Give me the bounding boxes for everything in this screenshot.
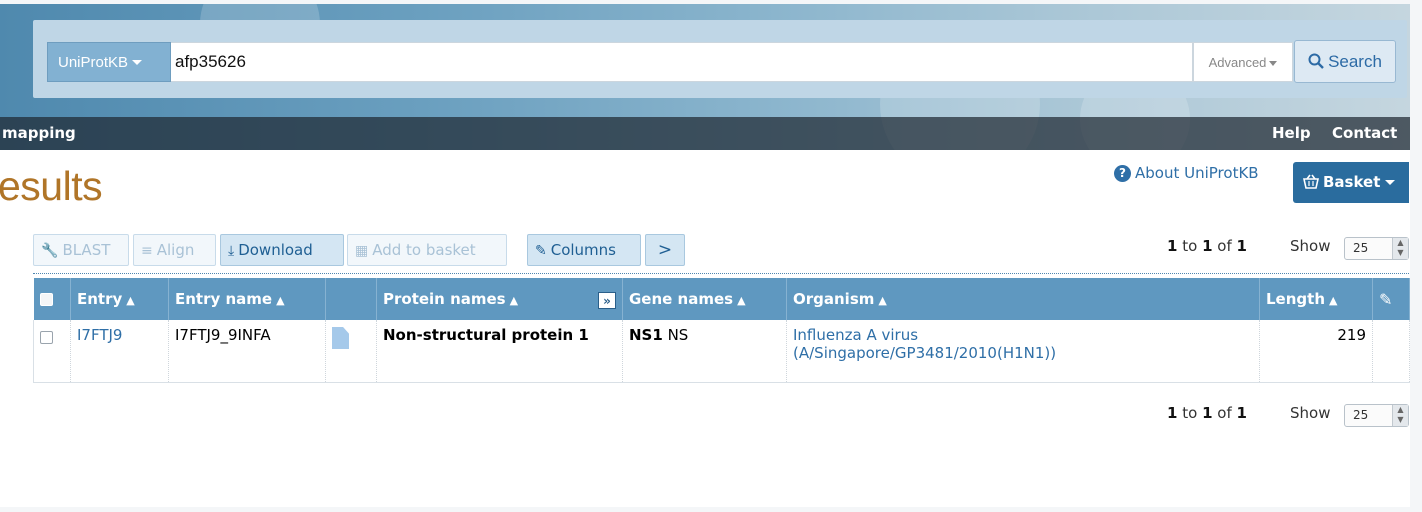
organism-cell: Influenza A virus (A/Singapore/GP3481/201… (786, 320, 1260, 383)
protein-name-cell: Non-structural protein 1 (376, 320, 623, 383)
columns-label: Columns (550, 241, 616, 259)
advanced-label: Advanced (1208, 55, 1267, 70)
basket-button[interactable]: Basket (1293, 162, 1409, 203)
header-banner: UniProtKB Advanced Search mapping Help C… (0, 4, 1410, 184)
basket-label: Basket (1323, 173, 1381, 191)
blast-button[interactable]: 🔧 BLAST (33, 234, 129, 266)
header-organism[interactable]: Organism ▲︎ (786, 278, 1260, 320)
header-gene-names-label: Gene names (629, 290, 734, 308)
chevron-down-icon (1385, 180, 1396, 185)
sort-icon[interactable]: ▲︎ (878, 294, 886, 307)
length-cell: 219 (1259, 320, 1373, 383)
page-title: esults (0, 163, 103, 209)
pencil-icon: ✎ (535, 243, 547, 259)
add-to-basket-label: Add to basket (372, 241, 476, 259)
add-to-basket-button[interactable]: ▦ Add to basket (347, 234, 507, 266)
pencil-icon[interactable]: ✎ (1379, 290, 1392, 309)
download-label: Download (238, 241, 313, 259)
sort-icon[interactable]: ▲︎ (510, 294, 518, 307)
share-icon: > (657, 240, 673, 260)
chevron-down-icon (1269, 61, 1278, 66)
status-cell (325, 320, 377, 383)
page-size-value: 25 (1353, 241, 1369, 255)
search-button[interactable]: Search (1294, 40, 1396, 83)
header-protein-names[interactable]: Protein names ▲︎ » (376, 278, 623, 320)
table-header-row: Entry ▲︎ Entry name ▲︎ Protein names ▲︎» Ge… (33, 278, 1410, 320)
download-button[interactable]: ⤓ Download (220, 234, 344, 266)
nav-link-mapping[interactable]: mapping (2, 117, 76, 150)
nav-link-help[interactable]: Help (1272, 117, 1311, 150)
nav-bar: mapping Help Contact (0, 117, 1410, 150)
about-link-label: About UniProtKB (1135, 164, 1259, 182)
header-status (325, 278, 377, 320)
page-size-label: Show (1290, 404, 1331, 422)
result-range: 1 to 1 of 1 (1167, 404, 1247, 422)
header-length-label: Length (1266, 290, 1325, 308)
share-button[interactable]: > (645, 234, 685, 266)
spinner-icon: ▲ ▼ (1392, 405, 1408, 426)
header-entry-name[interactable]: Entry name ▲︎ (168, 278, 326, 320)
header-edit-columns[interactable]: ✎ (1372, 278, 1410, 320)
row-select-cell (33, 320, 71, 383)
sort-icon[interactable]: ▲︎ (1329, 294, 1337, 307)
results-table: Entry ▲︎ Entry name ▲︎ Protein names ▲︎» Ge… (33, 278, 1410, 383)
screenshot-frame: UniProtKB Advanced Search mapping Help C… (0, 0, 1422, 512)
search-input[interactable] (171, 42, 1193, 82)
help-icon: ? (1114, 165, 1131, 182)
align-label: Align (156, 241, 195, 259)
entry-name-cell: I7FTJ9_9INFA (168, 320, 326, 383)
gene-names-cell: NS1 NS (622, 320, 787, 383)
spinner-icon: ▲ ▼ (1392, 238, 1408, 259)
align-icon: ≡ (141, 243, 153, 259)
blast-label: BLAST (62, 241, 111, 259)
unreviewed-document-icon (332, 327, 349, 349)
columns-button[interactable]: ✎ Columns (527, 234, 641, 266)
organism-line2: (A/Singapore/GP3481/2010(H1N1)) (793, 344, 1057, 362)
page-size-label: Show (1290, 237, 1331, 255)
separator (33, 273, 1409, 274)
advanced-search-button[interactable]: Advanced (1193, 42, 1293, 82)
header-gene-names[interactable]: Gene names ▲︎ (622, 278, 787, 320)
search-icon (1308, 53, 1324, 69)
header-select-all[interactable] (33, 278, 71, 320)
select-all-checkbox[interactable] (39, 293, 53, 306)
sort-icon[interactable]: ▲︎ (126, 294, 134, 307)
entry-cell: I7FTJ9 (70, 320, 169, 383)
basket-icon (1303, 174, 1319, 189)
database-select-label: UniProtKB (58, 54, 129, 71)
sort-icon[interactable]: ▲︎ (737, 294, 745, 307)
sort-icon[interactable]: ▲︎ (276, 294, 284, 307)
chevron-down-icon (132, 60, 143, 65)
organism-line1: Influenza A virus (793, 326, 919, 344)
page-size-select[interactable]: 25 ▲ ▼ (1344, 404, 1409, 427)
download-icon: ⤓ (228, 243, 235, 259)
expand-column-icon[interactable]: » (598, 291, 616, 309)
result-range: 1 to 1 of 1 (1167, 237, 1247, 255)
gene-other: NS (667, 326, 689, 344)
header-entry[interactable]: Entry ▲︎ (70, 278, 169, 320)
row-extra-cell (1372, 320, 1410, 383)
page-size-value: 25 (1353, 408, 1369, 422)
basket-icon: ▦ (355, 243, 369, 259)
header-entry-label: Entry (77, 290, 123, 308)
align-button[interactable]: ≡ Align (133, 234, 216, 266)
nav-link-contact[interactable]: Contact (1332, 117, 1397, 150)
search-button-label: Search (1328, 52, 1382, 71)
page-size-select[interactable]: 25 ▲ ▼ (1344, 237, 1409, 260)
header-protein-names-label: Protein names (383, 289, 506, 308)
page: UniProtKB Advanced Search mapping Help C… (0, 4, 1410, 507)
header-organism-label: Organism (793, 290, 875, 308)
wrench-icon: 🔧 (41, 243, 59, 259)
organism-link[interactable]: Influenza A virus (A/Singapore/GP3481/201… (793, 326, 1056, 362)
protein-name: Non-structural protein 1 (383, 326, 589, 344)
row-checkbox[interactable] (40, 331, 53, 344)
database-select[interactable]: UniProtKB (47, 42, 171, 82)
header-entry-name-label: Entry name (175, 290, 273, 308)
gene-primary: NS1 (629, 326, 663, 344)
table-row: I7FTJ9 I7FTJ9_9INFA Non-structural prote… (33, 320, 1410, 383)
about-link[interactable]: ? About UniProtKB (1114, 164, 1259, 182)
entry-link[interactable]: I7FTJ9 (77, 326, 122, 344)
header-length[interactable]: Length ▲︎ (1259, 278, 1373, 320)
